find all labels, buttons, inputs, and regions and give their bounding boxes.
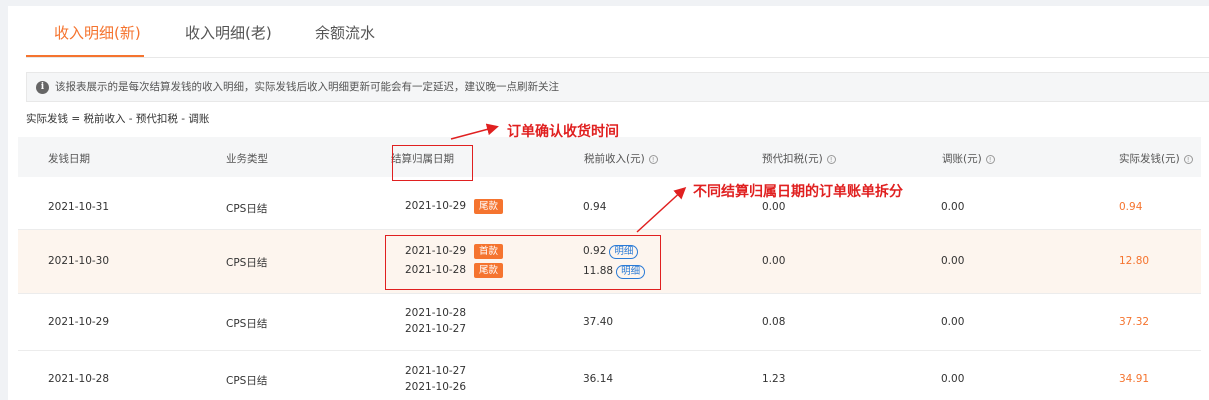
annotation-order-time: 订单确认收货时间: [507, 124, 619, 140]
annotation-arrows: [450, 123, 687, 233]
arrow-split: [636, 186, 687, 233]
annotation-split: 不同结算归属日期的订单账单拆分: [693, 184, 903, 200]
arrow-order-time: [450, 123, 499, 140]
